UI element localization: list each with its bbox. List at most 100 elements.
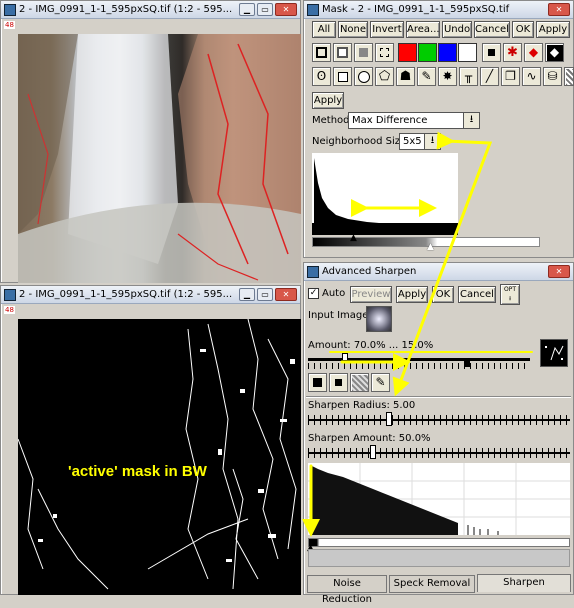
undo-button[interactable]: Undo — [442, 21, 472, 38]
eyedropper-icon[interactable]: ✎ — [371, 373, 390, 392]
square-marker-icon[interactable] — [482, 43, 501, 62]
mask-histogram-graph — [312, 153, 540, 235]
rectangle-tool-icon[interactable] — [333, 67, 352, 86]
mask-intersect-tool-icon[interactable] — [354, 43, 373, 62]
all-button[interactable]: All — [312, 21, 336, 38]
pencil-tool-icon[interactable]: ✎ — [417, 67, 436, 86]
black-point-marker-icon[interactable]: ▲ — [350, 233, 357, 243]
sharpen-histogram-graph — [308, 463, 570, 535]
options-button[interactable]: OPT ⭳ — [500, 284, 520, 305]
bridge-tool-icon[interactable]: ╥ — [459, 67, 478, 86]
line-tool-icon[interactable]: ╱ — [480, 67, 499, 86]
sharpen-amount-slider-thumb[interactable] — [370, 445, 376, 459]
tab-noise-reduction[interactable]: Noise Reduction — [307, 575, 387, 605]
preview-button[interactable]: Preview — [350, 286, 392, 303]
maximize-button[interactable]: ▭ — [257, 3, 273, 16]
mask-window-titlebar[interactable]: Mask - 2 - IMG_0991_1-1_595pxSQ.tif ✕ — [304, 1, 573, 19]
mask-add-tool-icon[interactable] — [312, 43, 331, 62]
invert-button[interactable]: Invert — [370, 21, 404, 38]
auto-checkbox[interactable]: ✓ — [308, 288, 319, 299]
area-button[interactable]: Area... — [406, 21, 440, 38]
diamond-black-icon[interactable]: ◆ — [545, 43, 564, 62]
waterfall-image-detail — [18, 34, 301, 283]
mask-image[interactable]: 'active' mask in BW — [18, 319, 301, 595]
diamond-red-icon[interactable]: ◆ — [524, 43, 543, 62]
image-window-bottom-titlebar[interactable]: 2 - IMG_0991_1-1_595pxSQ.tif (1:2 - 595.… — [1, 286, 300, 304]
image-window-top-titlebar[interactable]: 2 - IMG_0991_1-1_595pxSQ.tif (1:2 - 595.… — [1, 1, 300, 19]
checker-tool-icon[interactable] — [564, 67, 574, 86]
white-point-marker-icon[interactable]: ▲ — [427, 242, 434, 252]
mask-fill-tool-icon[interactable] — [308, 373, 327, 392]
tab-sharpen[interactable]: Sharpen — [477, 574, 571, 592]
input-image-thumbnail[interactable] — [366, 306, 392, 332]
close-button[interactable]: ✕ — [548, 3, 570, 16]
amount-slider-thumb-end[interactable] — [464, 359, 470, 367]
amount-slider-thumb-start[interactable] — [342, 353, 348, 361]
app-icon — [4, 3, 16, 16]
mask-histogram[interactable] — [312, 153, 540, 235]
sharpen-window-titlebar[interactable]: Advanced Sharpen ✕ — [304, 263, 573, 281]
app-icon — [307, 265, 319, 278]
mask-edge-detail — [18, 319, 297, 590]
image-window-title: 2 - IMG_0991_1-1_595pxSQ.tif (1:2 - 595.… — [19, 4, 233, 15]
mask-exclude-tool-icon[interactable] — [375, 43, 394, 62]
green-swatch[interactable] — [418, 43, 437, 62]
amount-label: Amount: 70.0% ... 15.0% — [308, 340, 434, 351]
minimize-button[interactable]: ▁ — [239, 288, 255, 301]
amount-preview-detail — [545, 345, 564, 361]
polygon-tool-icon[interactable]: ⬠ — [375, 67, 394, 86]
options-label: OPT — [503, 286, 516, 293]
dropdown-arrow-icon: ⭳ — [463, 113, 479, 128]
sharpen-histogram[interactable] — [308, 463, 570, 535]
method-label: Method: — [312, 115, 353, 126]
mask-window: Mask - 2 - IMG_0991_1-1_595pxSQ.tif ✕ Al… — [303, 0, 574, 258]
blue-swatch[interactable] — [438, 43, 457, 62]
ok-button[interactable]: OK — [512, 21, 534, 38]
lasso-tool-icon[interactable]: ʘ — [312, 67, 331, 86]
apply-button[interactable]: Apply — [396, 286, 428, 303]
apply-mask-button[interactable]: Apply — [312, 92, 344, 109]
star-marker-icon[interactable]: ✱ — [503, 43, 522, 62]
sharpen-radius-slider[interactable] — [308, 410, 570, 432]
mask-square-tool-icon[interactable] — [329, 373, 348, 392]
dropdown-arrow-icon: ⭳ — [424, 134, 440, 149]
close-button[interactable]: ✕ — [275, 3, 297, 16]
white-swatch[interactable] — [458, 43, 477, 62]
cancel-button[interactable]: Cancel — [458, 286, 496, 303]
image-window-title: 2 - IMG_0991_1-1_595pxSQ.tif (1:2 - 595.… — [19, 289, 233, 300]
close-button[interactable]: ✕ — [275, 288, 297, 301]
app-icon — [4, 288, 16, 301]
apply-top-button[interactable]: Apply — [536, 21, 570, 38]
layers-tool-icon[interactable]: ❐ — [501, 67, 520, 86]
method-value: Max Difference — [352, 115, 428, 126]
neighborhood-select[interactable]: 5x5 ⭳ — [399, 133, 441, 150]
radius-slider-thumb[interactable] — [386, 412, 392, 426]
ok-button[interactable]: OK — [432, 286, 454, 303]
mask-subtract-tool-icon[interactable] — [333, 43, 352, 62]
image-window-bottom: 2 - IMG_0991_1-1_595pxSQ.tif (1:2 - 595.… — [0, 285, 301, 595]
sharpen-output-bar — [308, 549, 570, 567]
auto-label: Auto — [322, 288, 346, 299]
gradient-bar — [312, 237, 540, 247]
tab-speck-removal[interactable]: Speck Removal — [389, 575, 475, 593]
curve-tool-icon[interactable]: ∿ — [522, 67, 541, 86]
method-select[interactable]: Max Difference ⭳ — [348, 112, 480, 129]
corner-badge: 48 — [4, 306, 15, 314]
cancel-button[interactable]: Cancel — [474, 21, 510, 38]
minimize-button[interactable]: ▁ — [239, 3, 255, 16]
freehand-shape-icon[interactable]: ☗ — [396, 67, 415, 86]
none-button[interactable]: None — [338, 21, 368, 38]
waterfall-image[interactable] — [18, 34, 301, 283]
ellipse-tool-icon[interactable] — [354, 67, 373, 86]
sharpen-amount-slider[interactable] — [308, 443, 570, 465]
close-button[interactable]: ✕ — [548, 265, 570, 278]
bucket-tool-icon[interactable]: ⛁ — [543, 67, 562, 86]
mask-dotted-tool-icon[interactable] — [350, 373, 369, 392]
amount-slider[interactable] — [308, 351, 530, 373]
mask-window-title: Mask - 2 - IMG_0991_1-1_595pxSQ.tif — [322, 4, 510, 15]
brush-tool-icon[interactable]: ✸ — [438, 67, 457, 86]
amount-preview — [540, 339, 568, 367]
maximize-button[interactable]: ▭ — [257, 288, 273, 301]
image-window-top: 2 - IMG_0991_1-1_595pxSQ.tif (1:2 - 595.… — [0, 0, 301, 283]
red-swatch[interactable] — [398, 43, 417, 62]
